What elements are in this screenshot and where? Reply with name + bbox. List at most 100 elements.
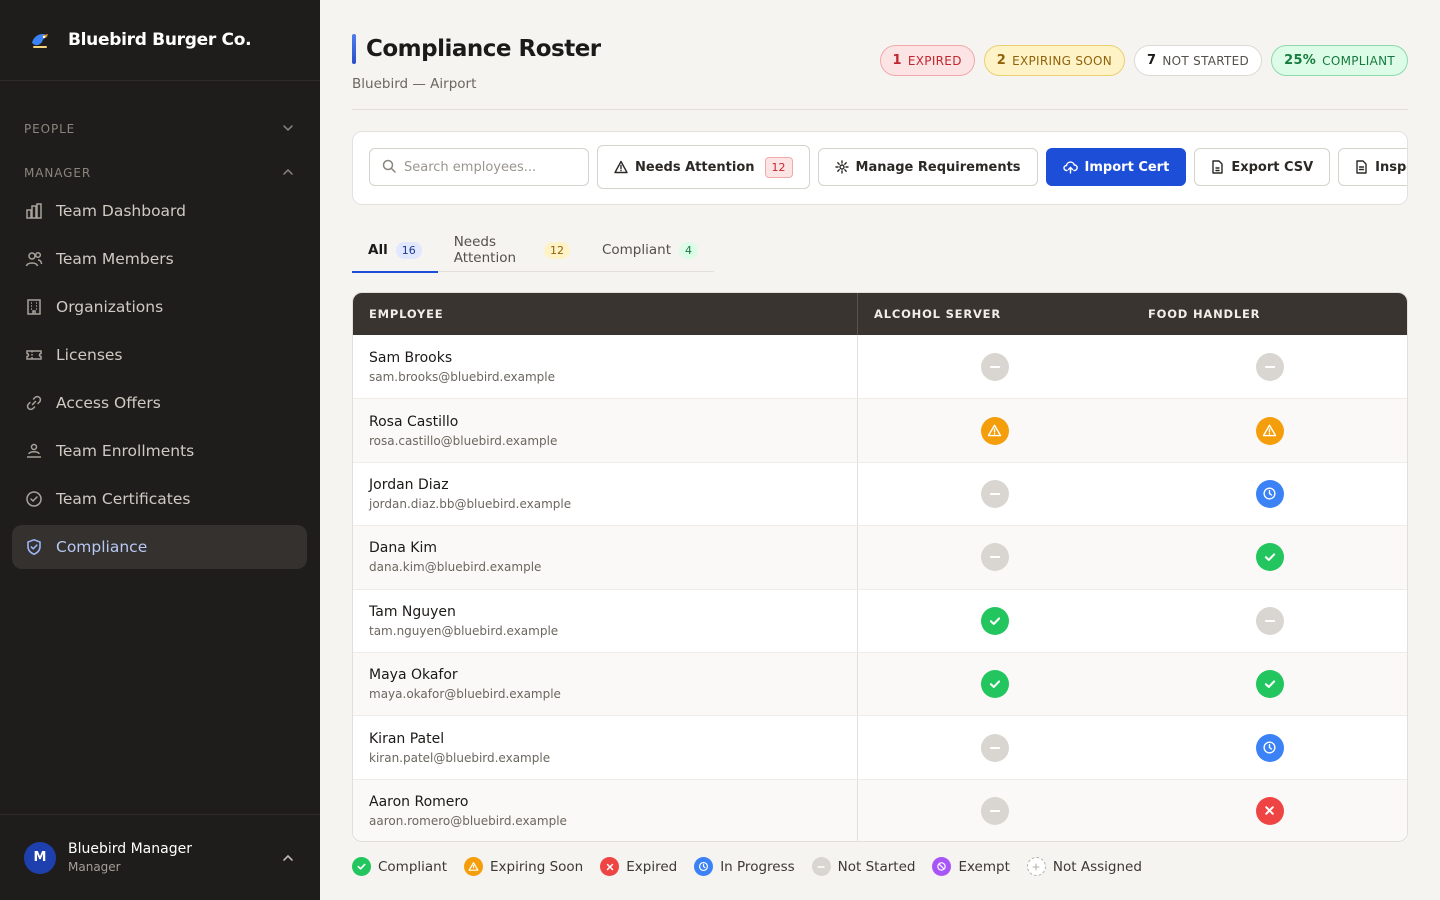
nav-section-people[interactable]: PEOPLE [0, 119, 320, 139]
food-handler-cell [1132, 463, 1407, 525]
brand[interactable]: Bluebird Burger Co. [0, 0, 320, 81]
not-started-status-icon[interactable] [980, 352, 1009, 381]
compliant-status-icon[interactable] [1255, 670, 1284, 699]
main-content: Compliance Roster Bluebird — Airport 1 E… [320, 0, 1440, 900]
column-header-food-handler[interactable]: FOOD HANDLER [1132, 293, 1407, 335]
sidebar-item-organizations[interactable]: Organizations [12, 285, 307, 329]
badge-label: EXPIRING SOON [1012, 53, 1113, 68]
not-started-status-icon[interactable] [980, 543, 1009, 572]
search-box[interactable] [369, 148, 589, 186]
sidebar-item-licenses[interactable]: Licenses [12, 333, 307, 377]
compliant-status-icon[interactable] [980, 670, 1009, 699]
legend-expired: Expired [600, 857, 677, 876]
compliant-status-icon[interactable] [980, 606, 1009, 635]
sidebar-item-compliance[interactable]: Compliance [12, 525, 307, 569]
shield-check-icon [24, 537, 44, 557]
badge-label: COMPLIANT [1322, 53, 1395, 68]
not-started-status-icon[interactable] [980, 796, 1009, 825]
not-started-badge[interactable]: 7 NOT STARTED [1134, 45, 1263, 76]
food-handler-cell [1132, 590, 1407, 652]
employee-name[interactable]: Sam Brooks [369, 350, 857, 366]
table-row[interactable]: Tam Nguyen tam.nguyen@bluebird.example [353, 588, 1407, 652]
nav-section-manager[interactable]: MANAGER [0, 163, 320, 183]
employee-name[interactable]: Jordan Diaz [369, 477, 857, 493]
plus-icon [1026, 857, 1046, 876]
legend-not-assigned: Not Assigned [1026, 857, 1142, 876]
compliance-table: EMPLOYEE ALCOHOL SERVER FOOD HANDLER Sam… [352, 292, 1408, 842]
import-cert-button[interactable]: Import Cert [1045, 148, 1187, 186]
tab-count: 16 [395, 241, 422, 259]
expiring-soon-badge[interactable]: 2 EXPIRING SOON [983, 45, 1126, 76]
link-icon [24, 393, 44, 413]
gear-icon [834, 160, 849, 174]
summary-badges: 1 EXPIRED 2 EXPIRING SOON 7 NOT STARTED … [879, 45, 1408, 76]
expired-status-icon[interactable] [1255, 796, 1284, 825]
expiring-status-icon[interactable] [980, 416, 1009, 445]
not-started-status-icon[interactable] [980, 733, 1009, 762]
user-name: Bluebird Manager [68, 841, 192, 857]
sidebar-item-team-members[interactable]: Team Members [12, 237, 307, 281]
food-handler-cell [1132, 526, 1407, 588]
legend-label: Not Started [837, 858, 916, 875]
filter-tabs: All 16 Needs Attention 12 Compliant 4 [352, 228, 714, 273]
not-started-status-icon[interactable] [1255, 352, 1284, 381]
in-progress-status-icon[interactable] [1255, 733, 1284, 762]
not-started-status-icon[interactable] [980, 479, 1009, 508]
chevron-down-icon [282, 122, 294, 137]
manage-requirements-button[interactable]: Manage Requirements [817, 148, 1038, 186]
user-menu[interactable]: M Bluebird Manager Manager [0, 814, 320, 900]
check-circle-icon [24, 489, 44, 509]
employee-name[interactable]: Rosa Castillo [369, 414, 857, 430]
export-csv-button[interactable]: Export CSV [1194, 148, 1331, 186]
enrollment-icon [24, 441, 44, 461]
food-handler-cell [1132, 399, 1407, 461]
employee-name[interactable]: Dana Kim [369, 540, 857, 556]
employee-email: rosa.castillo@bluebird.example [369, 433, 558, 448]
needs-attention-button[interactable]: Needs Attention 12 [597, 145, 810, 189]
sidebar-item-label: Licenses [56, 346, 123, 364]
tab-all[interactable]: All 16 [352, 228, 438, 273]
sidebar-item-access-offers[interactable]: Access Offers [12, 381, 307, 425]
table-row[interactable]: Sam Brooks sam.brooks@bluebird.example [353, 335, 1407, 399]
table-row[interactable]: Aaron Romero aaron.romero@bluebird.exampl… [353, 778, 1407, 841]
compliant-badge[interactable]: 25% COMPLIANT [1271, 45, 1408, 76]
compliant-status-icon[interactable] [1255, 543, 1284, 572]
employee-name[interactable]: Maya Okafor [369, 667, 857, 683]
legend-label: Not Assigned [1052, 858, 1142, 875]
alcohol-server-cell [858, 653, 1133, 715]
table-row[interactable]: Rosa Castillo rosa.castillo@bluebird.exam… [353, 398, 1407, 462]
ban-icon [932, 857, 952, 876]
employee-email: tam.nguyen@bluebird.example [369, 623, 559, 638]
toolbar: Needs Attention 12 Manage Requirements I… [352, 131, 1408, 205]
column-header-alcohol-server[interactable]: ALCOHOL SERVER [858, 293, 1132, 335]
tab-compliant[interactable]: Compliant 4 [586, 228, 714, 272]
sidebar: Bluebird Burger Co. PEOPLE MANAGER Team … [0, 0, 320, 900]
employee-name[interactable]: Aaron Romero [369, 794, 857, 810]
column-header-employee[interactable]: EMPLOYEE [353, 293, 858, 335]
legend-label: Expiring Soon [490, 858, 584, 875]
employee-name[interactable]: Tam Nguyen [369, 604, 857, 620]
table-row[interactable]: Maya Okafor maya.okafor@bluebird.example [353, 651, 1407, 716]
tab-needs-attention[interactable]: Needs Attention 12 [438, 228, 586, 272]
table-row[interactable]: Kiran Patel kiran.patel@bluebird.example [353, 715, 1407, 779]
sidebar-item-team-certificates[interactable]: Team Certificates [12, 477, 307, 521]
table-row[interactable]: Dana Kim dana.kim@bluebird.example [353, 525, 1407, 589]
warning-icon [464, 857, 484, 876]
legend-expiring-soon: Expiring Soon [464, 857, 583, 876]
legend-exempt: Exempt [932, 857, 1010, 876]
employee-name[interactable]: Kiran Patel [369, 731, 857, 747]
nav-section-label: PEOPLE [24, 122, 76, 136]
sidebar-item-team-dashboard[interactable]: Team Dashboard [12, 189, 307, 233]
in-progress-status-icon[interactable] [1255, 479, 1284, 508]
legend-label: Exempt [958, 858, 1010, 875]
header-divider [352, 109, 1408, 110]
search-input[interactable] [404, 159, 574, 175]
badge-count: 25% [1284, 53, 1317, 68]
employee-cell: Kiran Patel kiran.patel@bluebird.example [353, 716, 858, 779]
inspection-packet-button[interactable]: Inspection Packet [1338, 148, 1407, 186]
not-started-status-icon[interactable] [1255, 606, 1284, 635]
table-row[interactable]: Jordan Diaz jordan.diaz.bb@bluebird.examp… [353, 461, 1407, 526]
sidebar-item-team-enrollments[interactable]: Team Enrollments [12, 429, 307, 473]
expiring-status-icon[interactable] [1255, 416, 1284, 445]
expired-badge[interactable]: 1 EXPIRED [879, 45, 975, 76]
